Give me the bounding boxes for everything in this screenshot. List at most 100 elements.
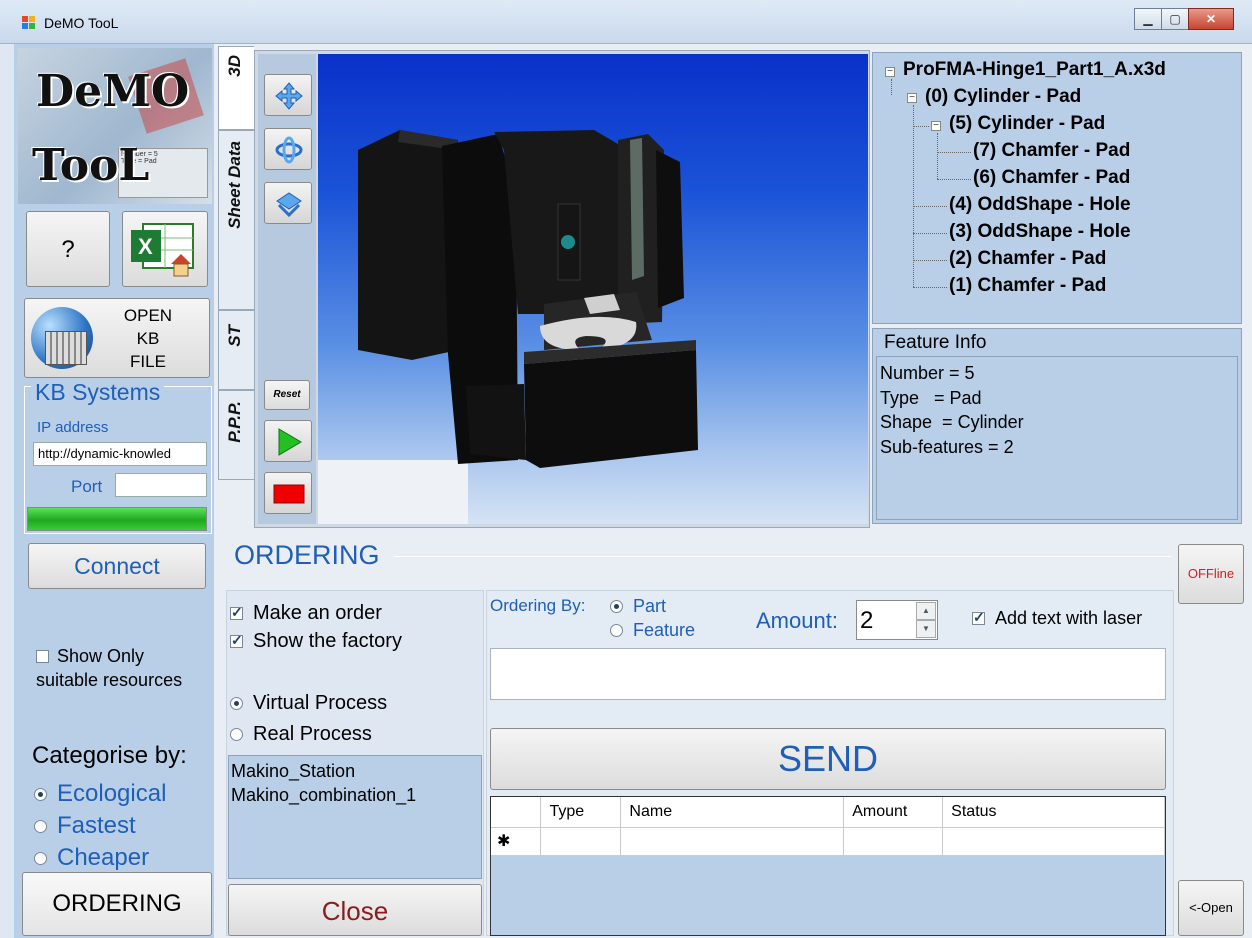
tab-ppp[interactable]: P.P.P. [218,390,254,480]
ordering-by-label: Ordering By: [490,596,586,615]
make-order-label: Make an order [253,602,382,624]
table-cell[interactable] [540,827,622,856]
rotate-button[interactable] [264,128,312,170]
open-button[interactable]: <-Open [1178,880,1244,936]
help-button[interactable]: ? [26,211,110,287]
ordering-button[interactable]: ORDERING [22,872,212,936]
virtual-process-radio[interactable]: Virtual Process [230,692,387,715]
tree-node[interactable]: (1) Chamfer - Pad [949,275,1106,297]
make-order-checkbox[interactable]: Make an order [230,602,382,625]
checkbox-box[interactable] [36,650,49,663]
feature-tree[interactable]: − ProFMA-Hinge1_Part1_A.x3d − (0) Cylind… [872,52,1242,324]
amount-up-arrow-icon[interactable]: ▲ [916,602,936,620]
feature-info-line: Type = Pad [880,387,982,408]
3d-viewport[interactable] [318,54,868,524]
play-icon [278,428,302,456]
view-tabs: 3D Sheet Data ST P.P.P. [218,46,254,486]
category-ecological-radio[interactable]: Ecological [34,780,166,808]
close-window-button[interactable]: ✕ [1188,8,1234,30]
amount-label: Amount: [756,608,838,633]
excel-button[interactable]: X [122,211,208,287]
orders-grid[interactable]: Type Name Amount Status ✱ [490,796,1166,936]
tree-root[interactable]: ProFMA-Hinge1_Part1_A.x3d [903,59,1166,81]
reset-button[interactable]: Reset [264,380,310,410]
order-by-part-radio[interactable]: Part [610,596,666,617]
category-label: Ecological [57,780,167,807]
checkbox-box[interactable] [230,632,243,649]
column-header-status[interactable]: Status [942,797,1165,828]
column-header-amount[interactable]: Amount [843,797,944,828]
send-button[interactable]: SEND [490,728,1166,790]
column-header-name[interactable]: Name [620,797,845,828]
radio-dot[interactable] [34,819,47,833]
resource-list[interactable]: Makino_Station Makino_combination_1 [228,755,482,879]
laser-text-checkbox[interactable]: Add text with laser [972,608,1142,629]
tab-st[interactable]: ST [218,310,254,390]
tilt-button[interactable] [264,182,312,224]
orders-table: Type Name Amount Status ✱ [491,797,1165,856]
rotate-icon [275,136,303,164]
amount-down-arrow-icon[interactable]: ▼ [916,620,936,638]
show-factory-checkbox[interactable]: Show the factory [230,630,402,653]
radio-dot[interactable] [34,787,47,801]
maximize-button[interactable]: ▢ [1161,8,1189,30]
port-input[interactable] [115,473,207,497]
radio-dot[interactable] [230,728,243,741]
tree-node[interactable]: (2) Chamfer - Pad [949,248,1106,270]
open-kb-file-label: OPEN KB FILE [123,306,173,371]
table-cell[interactable] [620,827,845,856]
category-label: Fastest [57,812,136,839]
app-icon [22,16,36,30]
tree-node[interactable]: (0) Cylinder - Pad [925,86,1081,108]
radio-dot[interactable] [230,697,243,710]
tilt-icon [276,192,302,218]
collapse-icon[interactable]: − [907,93,917,103]
list-item[interactable]: Makino_combination_1 [231,783,479,807]
tree-node[interactable]: (5) Cylinder - Pad [949,113,1105,135]
tab-sheet-data[interactable]: Sheet Data [218,130,254,310]
virtual-process-label: Virtual Process [253,692,388,714]
tab-3d[interactable]: 3D [218,46,254,130]
minimize-button[interactable]: ▁ [1134,8,1162,30]
real-process-radio[interactable]: Real Process [230,723,372,746]
feature-info-line: Shape = Cylinder [880,412,1024,432]
show-only-suitable-checkbox[interactable]: Show Only [36,646,144,667]
radio-dot[interactable] [610,600,623,613]
collapse-icon[interactable]: − [931,121,941,131]
window-title: DeMO TooL [44,15,119,31]
radio-dot[interactable] [610,624,623,637]
close-button[interactable]: Close [228,884,482,936]
list-item[interactable]: Makino_Station [231,759,479,783]
table-row[interactable]: ✱ [491,827,1165,856]
table-cell[interactable] [843,827,944,856]
stop-button[interactable] [264,472,312,514]
feature-info-text: Number = 5 Type = Pad Shape = Cylinder Sub-… [876,356,1238,520]
radio-dot[interactable] [34,851,47,865]
tree-node[interactable]: (6) Chamfer - Pad [973,167,1130,189]
order-text-input[interactable] [490,648,1166,700]
tree-node[interactable]: (3) OddShape - Hole [949,221,1131,243]
checkbox-box[interactable] [972,609,985,626]
play-button[interactable] [264,420,312,462]
table-header-row: Type Name Amount Status [491,797,1165,828]
table-cell[interactable] [942,827,1165,856]
new-row-marker-icon: ✱ [491,827,542,856]
offline-button[interactable]: OFFline [1178,544,1244,604]
connect-button[interactable]: Connect [28,543,206,589]
move-button[interactable] [264,74,312,116]
tab-label: ST [225,325,244,347]
tree-node[interactable]: (7) Chamfer - Pad [973,140,1130,162]
ip-address-input[interactable]: http://dynamic-knowled [33,442,207,466]
column-header-type[interactable]: Type [540,797,622,828]
category-cheaper-radio[interactable]: Cheaper [34,844,149,872]
tab-label: P.P.P. [225,401,244,443]
tab-label: 3D [225,55,244,77]
open-kb-file-button[interactable]: OPEN KB FILE [24,298,210,378]
collapse-icon[interactable]: − [885,67,895,77]
checkbox-box[interactable] [230,604,243,621]
category-fastest-radio[interactable]: Fastest [34,812,136,840]
tree-node[interactable]: (4) OddShape - Hole [949,194,1131,216]
order-by-feature-radio[interactable]: Feature [610,620,695,641]
svg-text:X: X [138,234,153,259]
ordering-divider [394,556,1172,557]
